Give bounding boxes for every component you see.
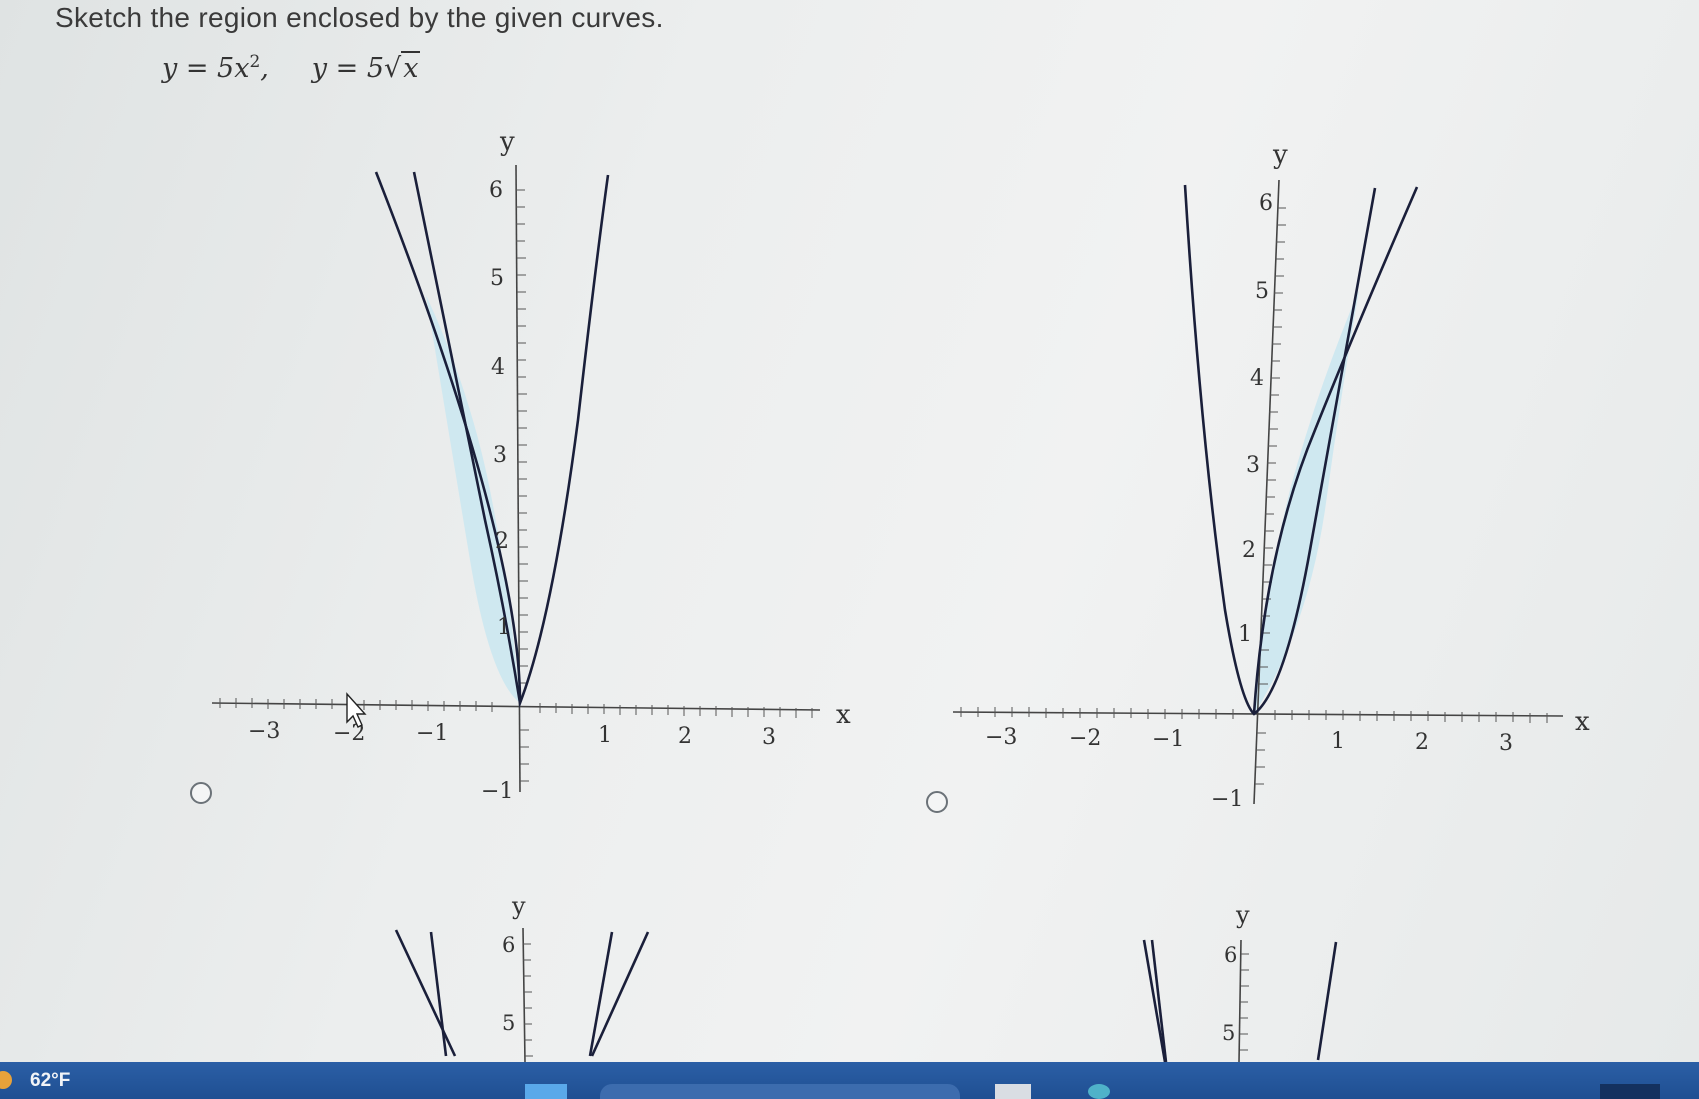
search-box[interactable]	[600, 1084, 960, 1099]
y-tick-label: 5	[1222, 1021, 1235, 1045]
y-tick-label: 5	[502, 1011, 515, 1035]
graph-option-b[interactable]: y x −3 −2 −1 1 2 3 6 5 4 3 2 1 −1	[945, 130, 1625, 820]
y-tick-label: −1	[1211, 787, 1243, 812]
radio-option-a[interactable]	[190, 782, 212, 804]
x-tick-label: −2	[1069, 726, 1101, 751]
y-axis-label: y	[1272, 140, 1288, 170]
taskbar-app-icon[interactable]	[995, 1084, 1031, 1099]
x-tick-label: −1	[416, 721, 448, 746]
graph-option-c[interactable]: y 6 5	[380, 880, 680, 1063]
equation-1-exponent: 2	[249, 52, 261, 72]
x-axis-label: x	[836, 700, 851, 730]
shaded-region-b	[1254, 290, 1359, 714]
y-axis	[522, 927, 526, 1063]
y-tick-label: 4	[1250, 366, 1264, 391]
x-tick-label: 1	[598, 723, 612, 748]
y-tick-label: 6	[1224, 943, 1237, 967]
y-axis	[1238, 939, 1242, 1063]
y-tick-label: 5	[1255, 279, 1269, 304]
y-tick-label: 3	[493, 443, 507, 468]
x-tick-label: 1	[1331, 729, 1345, 754]
graph-b-svg: y x −3 −2 −1 1 2 3 6 5 4 3 2 1 −1	[952, 140, 1590, 812]
sqrt-icon: √	[384, 53, 402, 84]
notification-badge-icon[interactable]	[1088, 1084, 1110, 1099]
y-tick-label: 1	[1238, 622, 1252, 647]
y-tick-label: 3	[1246, 453, 1260, 478]
x-tick-label: 3	[762, 725, 776, 750]
x-tick-label: 2	[678, 724, 692, 749]
y-tick-label: 6	[489, 178, 503, 203]
y-tick-label: 6	[502, 933, 515, 957]
graph-a-svg: y x −3 −2 −1 1 2 3 6 5 4 3 2 1 −1	[211, 127, 851, 804]
graph-d-svg: y 6 5	[1142, 901, 1338, 1063]
y-tick-label: 1	[497, 615, 511, 640]
equation-1-comma: ,	[260, 53, 269, 84]
screen: Sketch the region enclosed by the given …	[0, 0, 1699, 1063]
graph-option-a[interactable]: y x −3 −2 −1 1 2 3 6 5 4 3 2 1 −1	[200, 120, 860, 804]
equation-1-lhs: y = 5x	[162, 53, 250, 84]
y-tick-label: 4	[491, 355, 505, 380]
x-axis-ticks	[219, 698, 813, 718]
y-axis-ticks	[1240, 953, 1249, 1051]
curve-line	[429, 931, 448, 1057]
curve-line	[394, 929, 457, 1057]
curve-line	[1316, 941, 1338, 1061]
graph-option-d[interactable]: y 6 5	[1120, 890, 1380, 1063]
taskbar-app-icon[interactable]	[1600, 1084, 1660, 1099]
question-prompt: Sketch the region enclosed by the given …	[55, 2, 664, 33]
x-axis-label: x	[1575, 707, 1590, 737]
x-tick-label: −3	[985, 725, 1017, 750]
y-axis-label: y	[511, 892, 526, 920]
start-button-icon[interactable]	[525, 1084, 567, 1099]
x-tick-label: 3	[1499, 731, 1513, 756]
weather-temperature[interactable]: 62°F	[30, 1070, 70, 1092]
y-tick-label: −1	[481, 779, 513, 800]
shaded-region-a	[426, 295, 520, 703]
y-axis-label: y	[499, 127, 515, 157]
y-tick-label: 2	[1242, 538, 1256, 563]
graph-c-svg: y 6 5	[394, 892, 650, 1063]
x-tick-label: −3	[248, 719, 280, 744]
y-axis-label: y	[1235, 901, 1250, 929]
x-axis	[211, 702, 821, 711]
y-tick-label: 6	[1259, 191, 1273, 216]
taskbar: 62°F	[0, 1062, 1699, 1099]
x-tick-label: −1	[1152, 727, 1184, 752]
equation-2-radicand: x	[401, 51, 421, 84]
y-tick-label: 5	[490, 266, 504, 291]
x-tick-label: 2	[1415, 730, 1429, 755]
sun-icon[interactable]	[0, 1071, 12, 1089]
equation-2-lhs: y = 5	[311, 53, 385, 84]
radio-option-b[interactable]	[926, 791, 948, 813]
y-tick-label: 2	[495, 529, 509, 554]
equation-line: y = 5x2, y = 5√x	[162, 51, 421, 84]
